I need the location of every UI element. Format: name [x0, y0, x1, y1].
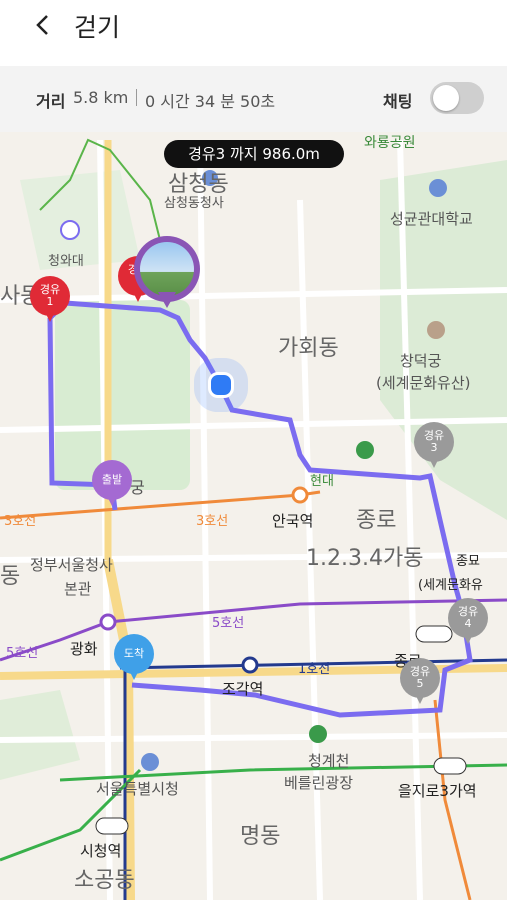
back-arrow-icon[interactable] — [28, 10, 58, 40]
arrival-pin[interactable]: 도착 — [114, 634, 154, 682]
map-label-jongmyo-heritage: (세계문화유 — [418, 578, 483, 593]
arrival-label: 도착 — [123, 647, 145, 660]
map-label-skku: 성균관대학교 — [390, 210, 473, 228]
map-label-cheongwadae: 청와대 — [48, 254, 84, 269]
map-label-jogak-station: 조각역 — [222, 680, 264, 698]
next-waypoint-banner: 경유3 까지 986.0m — [164, 140, 344, 168]
map-label-berlin-square: 베를린광장 — [284, 774, 354, 792]
map-label-seoul-city-hall: 서울특별시청 — [96, 780, 179, 798]
distance-value: 5.8 km — [73, 88, 129, 107]
chat-label: 채팅 — [383, 92, 413, 111]
map-label-jongno: 종로 — [356, 508, 397, 533]
map-label-cityhall-station: 시청역 — [80, 842, 122, 860]
map-label-samcheong-office: 삼청동청사 — [164, 196, 224, 211]
map-label-jongmyo: 종묘 — [456, 554, 480, 569]
map-label-line5b: 5호선 — [6, 646, 39, 661]
map-label-gwanghwamun: 광화 — [70, 640, 98, 658]
waypoint-3-pin[interactable]: 경유 3 — [414, 422, 454, 470]
waypoint-4-pin[interactable]: 경유 4 — [448, 598, 488, 646]
map-label-gung: 궁 — [130, 478, 145, 497]
map-label-myeong-dong: 명동 — [240, 824, 281, 849]
map-label-euljiro3-station: 을지로3가역 — [398, 782, 477, 800]
map-label-heritage: (세계문화유산) — [376, 374, 471, 392]
distance-label: 거리 — [36, 92, 66, 111]
waypoint-1-pin[interactable]: 경유 1 — [30, 276, 70, 324]
map-label-dong: 동 — [0, 564, 21, 589]
map-label-anguk-station: 안국역 — [272, 512, 314, 530]
map-label-wayong-park: 와룡공원 — [364, 135, 416, 151]
map-label-hyundai: 현대 — [310, 474, 334, 489]
stats-bar: 거리 5.8 km 0 시간 34 분 50초 채팅 — [0, 66, 507, 132]
start-pin[interactable]: 출발 — [92, 460, 132, 508]
waypoint-5-label: 경유 5 — [409, 665, 431, 690]
divider — [136, 89, 137, 106]
waypoint-4-label: 경유 4 — [457, 605, 479, 630]
map-label-line3b: 3호선 — [196, 514, 229, 529]
photo-marker[interactable] — [134, 236, 200, 308]
map-label-line3a: 3호선 — [4, 514, 37, 529]
map-label-line1: 1호선 — [298, 662, 331, 677]
photo-thumbnail — [140, 242, 194, 296]
chat-toggle[interactable] — [430, 82, 484, 114]
app-header: 걷기 — [0, 0, 507, 66]
current-location-dot — [208, 372, 234, 398]
map-view[interactable]: 와룡공원 삼청동 삼청동청사 청와대 성균관대학교 가회동 창덕궁 (세계문화유… — [0, 132, 507, 900]
map-label-gov-complex-main: 본관 — [64, 580, 92, 598]
page-title: 걷기 — [74, 13, 121, 42]
map-label-gov-complex: 정부서울청사 — [30, 556, 113, 574]
map-label-line5a: 5호선 — [212, 616, 245, 631]
map-label-jongno1234: 1.2.3.4가동 — [306, 546, 424, 571]
map-label-sogong-dong: 소공동 — [74, 868, 135, 893]
start-label: 출발 — [101, 473, 123, 486]
waypoint-1-label: 경유 1 — [39, 283, 61, 308]
map-label-gahoe-dong: 가회동 — [278, 336, 339, 361]
waypoint-5-pin[interactable]: 경유 5 — [400, 658, 440, 706]
waypoint-3-label: 경유 3 — [423, 429, 445, 454]
map-label-cheonggyecheon: 청계천 — [308, 752, 350, 770]
elapsed-time: 0 시간 34 분 50초 — [145, 92, 276, 111]
toggle-knob — [433, 85, 459, 111]
map-label-changdeokgung: 창덕궁 — [400, 352, 442, 370]
